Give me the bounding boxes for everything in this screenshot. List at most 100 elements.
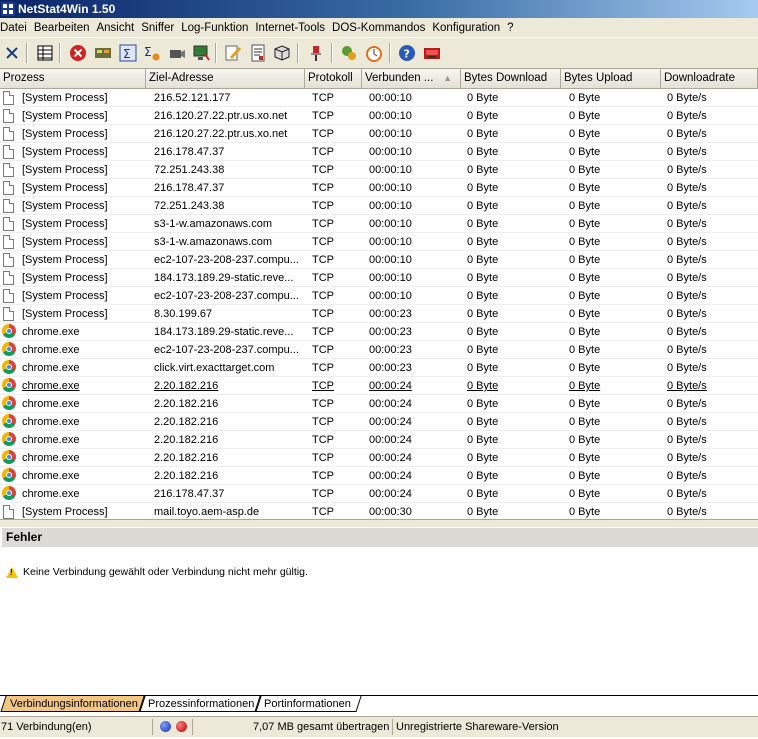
tab-verbindungsinformationen[interactable]: Verbindungsinformationen <box>0 696 146 712</box>
cell-address: 72.251.243.38 <box>154 200 225 212</box>
cell-up: 0 Byte <box>569 416 601 428</box>
exit-icon[interactable] <box>423 44 441 62</box>
cell-protocol: TCP <box>312 182 334 194</box>
cell-connected: 00:00:24 <box>369 398 412 410</box>
cell-process: [System Process] <box>22 164 108 176</box>
toolbar-separator <box>215 43 217 63</box>
timer-icon[interactable] <box>365 44 383 62</box>
table-row[interactable]: [System Process] 216.178.47.37 TCP 00:00:10… <box>0 179 758 197</box>
table-row[interactable]: [System Process] 216.52.121.177 TCP 00:00:1… <box>0 89 758 107</box>
pin-icon[interactable] <box>307 44 325 62</box>
table-row[interactable]: [System Process] 216.120.27.22.ptr.us.xo.… <box>0 107 758 125</box>
cell-connected: 00:00:23 <box>369 308 412 320</box>
panel-splitter[interactable] <box>0 519 758 527</box>
cell-rate: 0 Byte/s <box>667 326 707 338</box>
cell-down: 0 Byte <box>467 290 499 302</box>
table-row[interactable]: chrome.exe click.virt.exacttarget.com TCP 0… <box>0 359 758 377</box>
grid-view-icon[interactable] <box>36 44 54 62</box>
cell-rate: 0 Byte/s <box>667 200 707 212</box>
column-header-prozess[interactable]: Prozess <box>0 69 146 88</box>
column-header-verbunden-label: Verbunden ... <box>365 72 434 84</box>
menu-ansicht[interactable]: Ansicht <box>95 22 140 34</box>
file-icon <box>2 270 16 286</box>
cell-protocol: TCP <box>312 416 334 428</box>
report-icon[interactable] <box>249 44 267 62</box>
table-row[interactable]: [System Process] mail.toyo.aem-asp.de TCP 0… <box>0 503 758 519</box>
table-row[interactable]: [System Process] 216.178.47.37 TCP 00:00:10… <box>0 143 758 161</box>
menu-datei[interactable]: Datei <box>0 22 33 34</box>
cell-process: chrome.exe <box>22 326 80 338</box>
cell-connected: 00:00:10 <box>369 290 412 302</box>
menu-dos-kommandos[interactable]: DOS-Kommandos <box>331 22 431 34</box>
connection-table-header: Prozess Ziel-Adresse Protokoll Verbunden… <box>0 69 758 89</box>
cell-down: 0 Byte <box>467 182 499 194</box>
cell-up: 0 Byte <box>569 362 601 374</box>
cell-connected: 00:00:10 <box>369 146 412 158</box>
cell-connected: 00:00:10 <box>369 110 412 122</box>
menu-konfiguration[interactable]: Konfiguration <box>431 22 506 34</box>
monitor-icon[interactable] <box>192 44 210 62</box>
cell-up: 0 Byte <box>569 146 601 158</box>
cell-process: [System Process] <box>22 92 108 104</box>
help-icon[interactable]: ? <box>398 44 416 62</box>
cell-process: chrome.exe <box>22 398 80 410</box>
cell-protocol: TCP <box>312 380 334 392</box>
table-row[interactable]: [System Process] s3-1-w.amazonaws.com TCP 0… <box>0 233 758 251</box>
cell-down: 0 Byte <box>467 416 499 428</box>
cell-down: 0 Byte <box>467 344 499 356</box>
cell-connected: 00:00:23 <box>369 362 412 374</box>
edit-icon[interactable] <box>224 44 242 62</box>
column-header-verbunden[interactable]: Verbunden ... ▲ <box>362 69 461 88</box>
column-header-protokoll[interactable]: Protokoll <box>305 69 362 88</box>
status-divider <box>192 719 193 735</box>
cell-connected: 00:00:30 <box>369 506 412 518</box>
table-row[interactable]: [System Process] ec2-107-23-208-237.compu… <box>0 251 758 269</box>
table-row[interactable]: chrome.exe 184.173.189.29-static.reve... T… <box>0 323 758 341</box>
table-row[interactable]: chrome.exe 216.178.47.37 TCP 00:00:24 0 Byte… <box>0 485 758 503</box>
table-row[interactable]: [System Process] s3-1-w.amazonaws.com TCP 0… <box>0 215 758 233</box>
cell-rate: 0 Byte/s <box>667 452 707 464</box>
network-icon[interactable] <box>94 44 112 62</box>
table-row[interactable]: [System Process] 72.251.243.38 TCP 00:00:10… <box>0 161 758 179</box>
menu-internet-tools[interactable]: Internet-Tools <box>254 22 331 34</box>
table-row[interactable]: [System Process] 8.30.199.67 TCP 00:00:23 0 … <box>0 305 758 323</box>
tab-portinformationen[interactable]: Portinformationen <box>254 696 362 712</box>
tools-icon[interactable] <box>340 44 358 62</box>
cell-process: chrome.exe <box>22 434 80 446</box>
column-header-bytes-upload[interactable]: Bytes Upload <box>561 69 661 88</box>
stop-icon[interactable] <box>69 44 87 62</box>
table-row[interactable]: chrome.exe 2.20.182.216 TCP 00:00:24 0 Byte 0… <box>0 467 758 485</box>
close-icon[interactable] <box>3 44 21 62</box>
column-header-ziel-adresse[interactable]: Ziel-Adresse <box>146 69 305 88</box>
table-row[interactable]: [System Process] 72.251.243.38 TCP 00:00:10… <box>0 197 758 215</box>
table-row[interactable]: chrome.exe 2.20.182.216 TCP 00:00:24 0 Byte 0… <box>0 413 758 431</box>
cube-icon[interactable] <box>273 44 291 62</box>
column-header-downloadrate[interactable]: Downloadrate <box>661 69 758 88</box>
cell-up: 0 Byte <box>569 380 601 392</box>
menu-bearbeiten[interactable]: Bearbeiten <box>33 22 96 34</box>
table-row[interactable]: [System Process] 216.120.27.22.ptr.us.xo.… <box>0 125 758 143</box>
menu-help[interactable]: ? <box>506 22 519 34</box>
sort-ascending-icon: ▲ <box>443 73 452 83</box>
table-row[interactable]: [System Process] ec2-107-23-208-237.compu… <box>0 287 758 305</box>
cell-connected: 00:00:10 <box>369 92 412 104</box>
sum-config-icon[interactable]: Σ <box>143 44 161 62</box>
table-row[interactable]: [System Process] 184.173.189.29-static.re… <box>0 269 758 287</box>
table-row[interactable]: chrome.exe 2.20.182.216 TCP 00:00:24 0 Byte 0… <box>0 377 758 395</box>
cell-rate: 0 Byte/s <box>667 380 707 392</box>
table-row[interactable]: chrome.exe ec2-107-23-208-237.compu... TCP… <box>0 341 758 359</box>
sum-icon[interactable]: Σ <box>119 44 137 62</box>
menu-log-funktion[interactable]: Log-Funktion <box>180 22 254 34</box>
error-message: ! Keine Verbindung gewählt oder Verbindu… <box>6 563 308 581</box>
cell-address: 216.120.27.22.ptr.us.xo.net <box>154 110 288 122</box>
table-row[interactable]: chrome.exe 2.20.182.216 TCP 00:00:24 0 Byte 0… <box>0 395 758 413</box>
tab-prozessinformationen[interactable]: Prozessinformationen <box>138 696 262 712</box>
column-header-bytes-download[interactable]: Bytes Download <box>461 69 561 88</box>
table-row[interactable]: chrome.exe 2.20.182.216 TCP 00:00:24 0 Byte 0… <box>0 431 758 449</box>
chrome-icon <box>2 450 16 466</box>
menu-sniffer[interactable]: Sniffer <box>140 22 180 34</box>
cell-rate: 0 Byte/s <box>667 398 707 410</box>
table-row[interactable]: chrome.exe 2.20.182.216 TCP 00:00:24 0 Byte 0… <box>0 449 758 467</box>
camera-icon[interactable] <box>168 44 186 62</box>
cell-process: chrome.exe <box>22 470 80 482</box>
